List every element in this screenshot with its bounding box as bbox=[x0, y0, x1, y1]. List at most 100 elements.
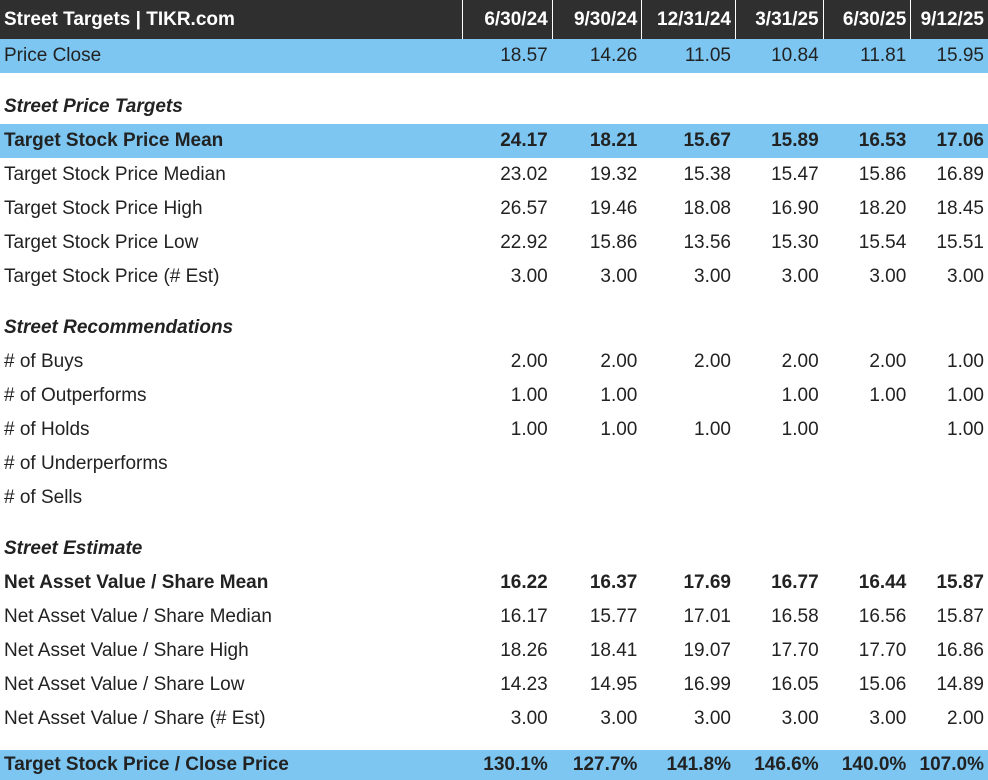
row-label: # of Holds bbox=[4, 419, 90, 440]
table-row: # of Holds 1.00 1.00 1.00 1.00 1.00 bbox=[0, 413, 988, 447]
column-header: 6/30/25 bbox=[822, 0, 911, 39]
table-row: # of Underperforms bbox=[0, 447, 988, 481]
row-value: 15.67 bbox=[683, 130, 731, 151]
row-value: 2.00 bbox=[947, 708, 984, 729]
row-value: 26.57 bbox=[500, 198, 548, 219]
row-value: 127.7% bbox=[572, 754, 638, 775]
table-row: Net Asset Value / Share Mean 16.22 16.37… bbox=[0, 566, 988, 600]
row-value: 1.00 bbox=[510, 419, 548, 440]
ratio-row: Target Stock Price / Close Price 130.1% … bbox=[0, 750, 988, 780]
row-value: 18.26 bbox=[500, 640, 548, 661]
row-value: 15.47 bbox=[771, 164, 819, 185]
row-value: 14.26 bbox=[589, 45, 638, 66]
row-value: 23.02 bbox=[500, 164, 548, 185]
table-row: # of Buys 2.00 2.00 2.00 2.00 2.00 1.00 bbox=[0, 345, 988, 379]
table-row: Net Asset Value / Share Low 14.23 14.95 … bbox=[0, 668, 988, 702]
row-value: 16.17 bbox=[500, 606, 548, 627]
row-value: 13.56 bbox=[683, 232, 731, 253]
row-value: 17.06 bbox=[936, 130, 984, 151]
row-label: Net Asset Value / Share Mean bbox=[4, 572, 269, 593]
row-value: 3.00 bbox=[781, 266, 819, 287]
row-value: 17.70 bbox=[771, 640, 819, 661]
row-value: 16.99 bbox=[683, 674, 731, 695]
row-value: 3.00 bbox=[694, 708, 731, 729]
table-row: Target Stock Price (# Est) 3.00 3.00 3.0… bbox=[0, 260, 988, 294]
row-value: 15.86 bbox=[858, 164, 907, 185]
row-value: 15.77 bbox=[589, 606, 638, 627]
row-value: 1.00 bbox=[600, 419, 638, 440]
row-value: 18.21 bbox=[589, 130, 638, 151]
column-header: 3/31/25 bbox=[734, 0, 823, 39]
row-label: Net Asset Value / Share Median bbox=[4, 606, 272, 627]
row-value: 1.00 bbox=[600, 385, 638, 406]
row-label: Net Asset Value / Share Low bbox=[4, 674, 245, 695]
row-value: 15.87 bbox=[936, 606, 984, 627]
row-value: 146.6% bbox=[754, 754, 819, 775]
row-value: 17.70 bbox=[858, 640, 907, 661]
row-value: 16.58 bbox=[771, 606, 819, 627]
row-label: Target Stock Price Median bbox=[4, 164, 226, 185]
row-value: 140.0% bbox=[841, 754, 907, 775]
table-row: Net Asset Value / Share (# Est) 3.00 3.0… bbox=[0, 702, 988, 736]
row-value: 16.77 bbox=[771, 572, 819, 593]
row-value: 1.00 bbox=[869, 385, 907, 406]
row-value: 14.89 bbox=[936, 674, 984, 695]
row-value: 3.00 bbox=[510, 266, 548, 287]
row-value: 3.00 bbox=[510, 708, 548, 729]
table-row: # of Sells bbox=[0, 481, 988, 515]
row-value: 3.00 bbox=[694, 266, 731, 287]
table-row: # of Outperforms 1.00 1.00 1.00 1.00 1.0… bbox=[0, 379, 988, 413]
row-value: 16.22 bbox=[500, 572, 548, 593]
row-label: Target Stock Price / Close Price bbox=[4, 754, 289, 775]
row-value: 16.37 bbox=[589, 572, 638, 593]
row-value: 18.20 bbox=[858, 198, 907, 219]
row-value: 3.00 bbox=[600, 708, 638, 729]
row-value: 16.44 bbox=[858, 572, 907, 593]
row-value: 16.56 bbox=[858, 606, 907, 627]
row-value: 15.89 bbox=[771, 130, 819, 151]
row-label: Target Stock Price Mean bbox=[4, 130, 224, 151]
row-value: 16.89 bbox=[936, 164, 984, 185]
table-row: Target Stock Price Low 22.92 15.86 13.56… bbox=[0, 226, 988, 260]
table-row: Target Stock Price High 26.57 19.46 18.0… bbox=[0, 192, 988, 226]
section-heading-price-targets: Street Price Targets bbox=[0, 90, 988, 124]
row-label: # of Sells bbox=[4, 487, 83, 508]
section-title: Street Recommendations bbox=[4, 317, 234, 338]
row-value: 18.57 bbox=[500, 45, 548, 66]
row-value: 130.1% bbox=[483, 754, 548, 775]
row-value: 11.05 bbox=[684, 45, 731, 66]
row-value: 24.17 bbox=[500, 130, 548, 151]
section-title: Street Price Targets bbox=[4, 96, 183, 117]
row-label: Net Asset Value / Share (# Est) bbox=[4, 708, 266, 729]
row-value: 15.38 bbox=[683, 164, 731, 185]
row-value: 2.00 bbox=[600, 351, 638, 372]
row-value: 2.00 bbox=[694, 351, 731, 372]
row-label: Net Asset Value / Share High bbox=[4, 640, 249, 661]
row-value: 141.8% bbox=[666, 754, 731, 775]
table-header: Street Targets | TIKR.com 6/30/24 9/30/2… bbox=[0, 0, 988, 39]
row-value: 3.00 bbox=[600, 266, 638, 287]
row-value: 19.46 bbox=[589, 198, 638, 219]
row-value: 1.00 bbox=[510, 385, 548, 406]
row-value: 15.54 bbox=[858, 232, 907, 253]
row-label: Target Stock Price (# Est) bbox=[4, 266, 220, 287]
row-value: 18.45 bbox=[936, 198, 984, 219]
row-value: 15.30 bbox=[771, 232, 819, 253]
column-header: 9/12/25 bbox=[910, 0, 988, 39]
row-label: # of Outperforms bbox=[4, 385, 147, 406]
row-value: 22.92 bbox=[500, 232, 548, 253]
column-header: 6/30/24 bbox=[462, 0, 552, 39]
row-value: 16.53 bbox=[858, 130, 907, 151]
row-value: 2.00 bbox=[781, 351, 819, 372]
row-value: 15.95 bbox=[936, 45, 984, 66]
row-value: 19.32 bbox=[589, 164, 638, 185]
row-value: 1.00 bbox=[947, 385, 984, 406]
row-value: 1.00 bbox=[781, 385, 819, 406]
table-row: Net Asset Value / Share High 18.26 18.41… bbox=[0, 634, 988, 668]
row-value: 19.07 bbox=[683, 640, 731, 661]
row-value: 3.00 bbox=[869, 266, 907, 287]
table-row: Net Asset Value / Share Median 16.17 15.… bbox=[0, 600, 988, 634]
row-value: 17.69 bbox=[683, 572, 731, 593]
